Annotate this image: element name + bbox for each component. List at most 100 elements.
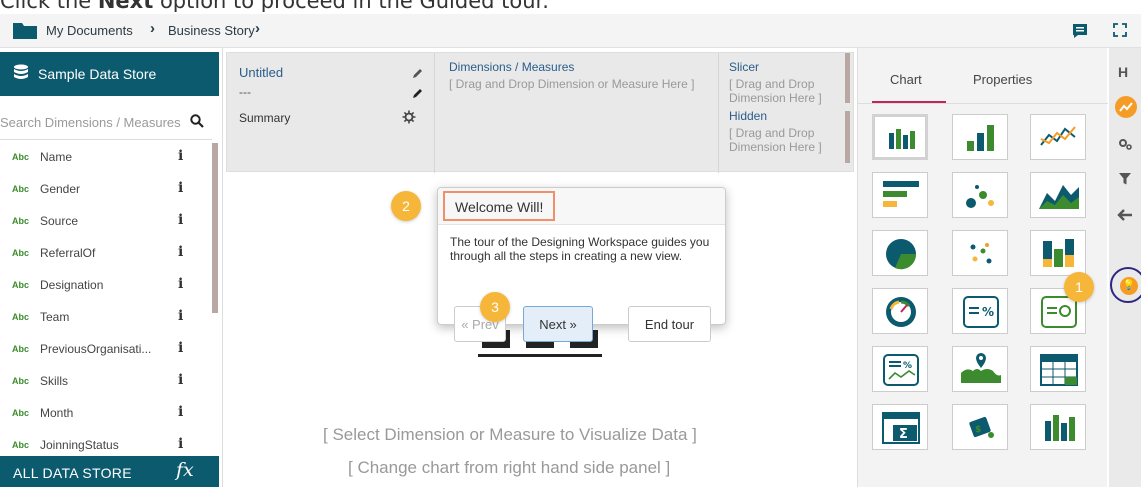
- header-icon[interactable]: H: [1118, 64, 1128, 80]
- summary-label[interactable]: Summary: [239, 111, 290, 125]
- chart-type-stacked[interactable]: [1030, 230, 1086, 276]
- breadcrumb-my-documents[interactable]: My Documents: [46, 23, 133, 38]
- fullscreen-icon[interactable]: [1113, 23, 1127, 37]
- chart-type-table[interactable]: [1030, 346, 1086, 392]
- combo-chart-icon: [889, 129, 915, 149]
- back-arrow-icon[interactable]: [1117, 208, 1133, 222]
- formula-icon[interactable]: fx: [176, 459, 194, 481]
- chart-type-waterfall[interactable]: [1030, 404, 1086, 450]
- trend-line-icon: [1119, 102, 1133, 112]
- step-badge-3: 3: [480, 292, 510, 322]
- text-type-icon: Abc: [12, 440, 30, 450]
- field-item-previous-organisation[interactable]: Abc PreviousOrganisati... i: [0, 335, 212, 365]
- chart-type-custom[interactable]: $: [952, 404, 1008, 450]
- bar-chart-icon: [883, 181, 919, 207]
- next-button[interactable]: Next »: [523, 306, 593, 342]
- chart-type-bubble[interactable]: [952, 230, 1008, 276]
- chart-type-combo[interactable]: [872, 114, 928, 160]
- gauge-chart-icon: [886, 297, 916, 327]
- info-icon[interactable]: i: [178, 308, 183, 324]
- hidden-scrollbar[interactable]: [845, 111, 850, 163]
- data-store-header[interactable]: Sample Data Store: [0, 52, 219, 96]
- view-subtitle[interactable]: ---: [239, 85, 251, 99]
- search-box: [0, 104, 212, 140]
- map-chart-icon: [961, 353, 1001, 383]
- text-type-icon: Abc: [12, 344, 30, 354]
- step-badge-2: 2: [391, 191, 421, 221]
- tab-properties[interactable]: Properties: [973, 72, 1032, 87]
- field-list-scrollbar[interactable]: [212, 143, 218, 313]
- chart-type-pivot[interactable]: Σ: [872, 404, 928, 450]
- settings-gear-icon[interactable]: [402, 110, 416, 124]
- field-label: Name: [40, 150, 73, 164]
- end-tour-button[interactable]: End tour: [628, 306, 711, 342]
- trend-kpi-icon: %: [883, 354, 919, 386]
- slicer-dropzone[interactable]: [ Drag and Drop Dimension Here ]: [729, 77, 839, 105]
- search-input[interactable]: [0, 104, 186, 140]
- info-icon[interactable]: i: [178, 212, 183, 228]
- chart-type-gauge[interactable]: [872, 288, 928, 334]
- scatter-chart-icon: [966, 185, 994, 208]
- info-icon[interactable]: i: [178, 180, 183, 196]
- info-icon[interactable]: i: [178, 436, 183, 452]
- info-icon[interactable]: i: [178, 276, 183, 292]
- field-item-name[interactable]: Abc Name i: [0, 143, 212, 173]
- field-label: Source: [40, 214, 79, 228]
- chart-type-line[interactable]: [1030, 114, 1086, 160]
- chart-type-bar[interactable]: [872, 172, 928, 218]
- table-chart-icon: [1040, 354, 1078, 386]
- field-label: Gender: [40, 182, 81, 196]
- text-type-icon: Abc: [12, 152, 30, 162]
- guided-tour-launcher[interactable]: 💡: [1110, 267, 1141, 303]
- info-icon[interactable]: i: [178, 372, 183, 388]
- info-icon[interactable]: i: [178, 244, 183, 260]
- field-item-skills[interactable]: Abc Skills i: [0, 367, 212, 397]
- info-icon[interactable]: i: [178, 340, 183, 356]
- view-title[interactable]: Untitled: [239, 65, 283, 80]
- chart-type-area[interactable]: [1030, 172, 1086, 218]
- slicer-header: Slicer: [729, 60, 760, 74]
- view-title-section: Untitled --- Summary: [227, 53, 435, 173]
- field-item-team[interactable]: Abc Team i: [0, 303, 212, 333]
- canvas-placeholder-secondary: [ Change chart from right hand side pane…: [348, 458, 671, 477]
- info-icon[interactable]: i: [178, 404, 183, 420]
- chart-type-column[interactable]: [952, 114, 1008, 160]
- dimensions-measures-dropzone[interactable]: Dimensions / Measures [ Drag and Drop Di…: [437, 53, 719, 173]
- analytics-icon[interactable]: [1115, 96, 1137, 118]
- popover-title: Welcome Will!: [443, 191, 556, 221]
- chart-type-scatter[interactable]: [952, 172, 1008, 218]
- edit-title-icon[interactable]: [412, 67, 424, 79]
- filter-icon[interactable]: [1118, 172, 1132, 186]
- chart-type-trend-kpi[interactable]: %: [872, 346, 928, 392]
- hidden-dropzone[interactable]: [ Drag and Drop Dimension Here ]: [729, 126, 839, 154]
- data-store-title: Sample Data Store: [38, 66, 157, 82]
- chart-type-pie[interactable]: [872, 230, 928, 276]
- field-item-gender[interactable]: Abc Gender i: [0, 175, 212, 205]
- tutorial-caption: Click the Next option to proceed in the …: [0, 0, 1141, 12]
- breadcrumb-business-story[interactable]: Business Story: [168, 23, 255, 38]
- comment-icon[interactable]: [1072, 23, 1088, 39]
- info-icon[interactable]: i: [178, 148, 183, 164]
- area-chart-icon: [1039, 185, 1079, 209]
- field-item-source[interactable]: Abc Source i: [0, 207, 212, 237]
- popover-body: The tour of the Designing Workspace guid…: [450, 235, 710, 263]
- chart-picker-panel: Chart Properties % % Σ $: [857, 48, 1108, 487]
- field-label: PreviousOrganisati...: [40, 342, 152, 356]
- dimensions-hint: [ Drag and Drop Dimension or Measure Her…: [449, 77, 695, 91]
- caption-text-end: option to proceed in the Guided tour.: [153, 0, 549, 12]
- slicer-scrollbar[interactable]: [845, 53, 850, 103]
- text-type-icon: Abc: [12, 248, 30, 258]
- gear-settings-icon[interactable]: [1117, 136, 1133, 152]
- field-item-month[interactable]: Abc Month i: [0, 399, 212, 429]
- database-icon: [14, 64, 28, 79]
- tab-chart[interactable]: Chart: [890, 72, 922, 87]
- field-label: Skills: [40, 374, 69, 388]
- chart-type-map[interactable]: [952, 346, 1008, 392]
- field-item-designation[interactable]: Abc Designation i: [0, 271, 212, 301]
- field-item-referralof[interactable]: Abc ReferralOf i: [0, 239, 212, 269]
- all-data-store-button[interactable]: ALL DATA STORE fx: [0, 456, 219, 487]
- chart-type-kpi[interactable]: %: [952, 288, 1008, 334]
- edit-subtitle-icon[interactable]: [412, 87, 424, 99]
- svg-text:%: %: [982, 305, 994, 319]
- search-icon[interactable]: [190, 114, 204, 128]
